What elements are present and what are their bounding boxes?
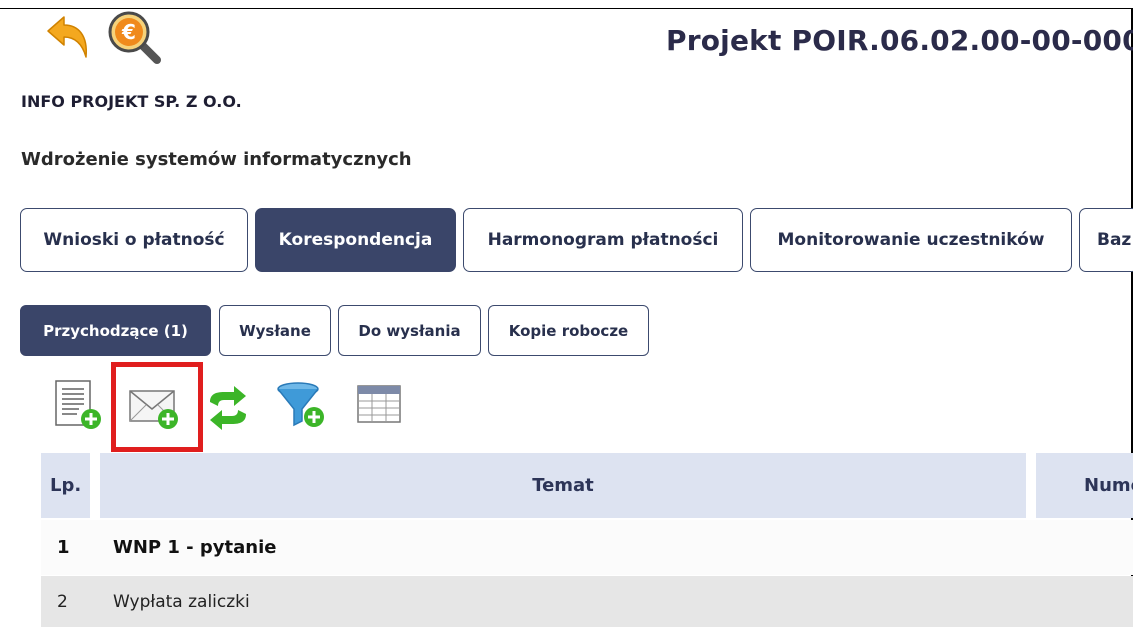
tab-correspondence[interactable]: Korespondencja: [255, 208, 456, 272]
filter-add-icon[interactable]: [276, 381, 330, 435]
back-arrow-icon[interactable]: [44, 13, 92, 61]
organization-name: INFO PROJEKT SP. Z O.O.: [21, 92, 242, 111]
tab-payment-claims[interactable]: Wnioski o płatność: [20, 208, 248, 272]
row-number: 1: [57, 537, 70, 558]
row-number: 2: [57, 591, 68, 612]
refresh-icon[interactable]: [206, 384, 250, 436]
table-row[interactable]: 1 WNP 1 - pytanie: [41, 520, 1133, 575]
column-header-number[interactable]: Nume: [1036, 453, 1133, 518]
column-header-lp[interactable]: Lp.: [41, 453, 90, 518]
project-name: Wdrożenie systemów informatycznych: [21, 149, 412, 170]
subtab-sent[interactable]: Wysłane: [219, 305, 331, 356]
table-row[interactable]: 2 Wypłata zaliczki: [41, 576, 1133, 627]
table-icon[interactable]: [356, 384, 404, 430]
row-topic[interactable]: WNP 1 - pytanie: [113, 520, 276, 575]
row-topic[interactable]: Wypłata zaliczki: [113, 576, 250, 627]
column-header-topic[interactable]: Temat: [100, 453, 1026, 518]
document-add-icon[interactable]: [53, 379, 103, 435]
tab-database[interactable]: Baz: [1079, 208, 1133, 272]
frame-top-border: [0, 8, 1133, 9]
svg-text:€: €: [121, 20, 136, 44]
euro-search-icon[interactable]: €: [107, 10, 161, 64]
highlight-frame: [111, 362, 203, 452]
project-title: Projekt POIR.06.02.00-00-0001/: [666, 24, 1133, 57]
subtab-drafts[interactable]: Kopie robocze: [488, 305, 649, 356]
subtab-incoming[interactable]: Przychodzące (1): [20, 305, 211, 356]
tab-participant-monitoring[interactable]: Monitorowanie uczestników: [750, 208, 1072, 272]
subtab-to-send[interactable]: Do wysłania: [338, 305, 481, 356]
tab-payment-schedule[interactable]: Harmonogram płatności: [463, 208, 743, 272]
